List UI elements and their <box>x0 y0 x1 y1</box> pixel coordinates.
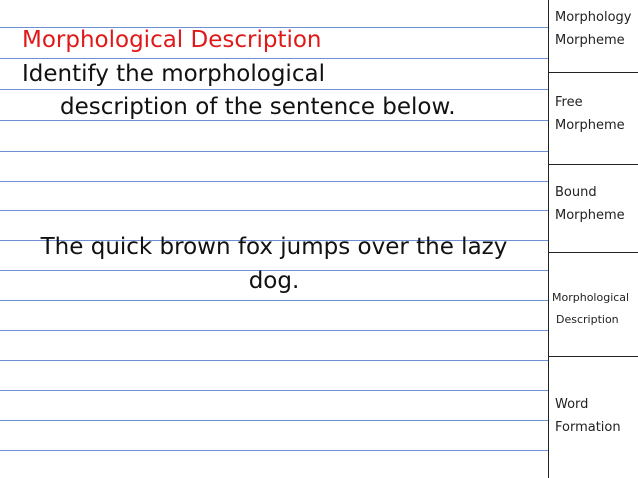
example-sentence: The quick brown fox jumps over the lazy … <box>40 234 508 294</box>
tab-label-line2: Morpheme <box>555 208 625 223</box>
ruled-line <box>0 330 548 331</box>
notebook-page: Morphological Description Identify the m… <box>0 0 638 478</box>
tab-label-line2: Morpheme <box>555 118 625 133</box>
tab-label-line2: Formation <box>555 420 621 435</box>
tab-label-line1: Free <box>555 95 583 110</box>
instruction-line-2: description of the sentence below. <box>60 94 456 120</box>
tab-label-line2: Morpheme <box>555 33 625 48</box>
page-heading: Morphological Description <box>22 27 322 53</box>
tab-label-line1: Bound <box>555 185 597 200</box>
ruled-line <box>0 360 548 361</box>
ruled-line <box>0 390 548 391</box>
ruled-line <box>0 450 548 451</box>
ruled-line <box>0 58 548 59</box>
ruled-line <box>0 300 548 301</box>
ruled-line <box>0 181 548 182</box>
ruled-line <box>0 420 548 421</box>
instruction-line-1: Identify the morphological <box>22 61 325 87</box>
topic-tab-column: Morphology Morpheme Free Morpheme Bound … <box>548 0 638 478</box>
tab-bound-morpheme[interactable]: Bound Morpheme <box>549 165 638 253</box>
tab-free-morpheme[interactable]: Free Morpheme <box>549 73 638 165</box>
ruled-line <box>0 210 548 211</box>
tab-morphological-description[interactable]: Morphological Description <box>549 253 638 357</box>
tab-morphology-morpheme[interactable]: Morphology Morpheme <box>549 0 638 73</box>
tab-label-line1: Word <box>555 397 589 412</box>
ruled-line <box>0 89 548 90</box>
tab-label-line1: Morphological <box>552 291 630 304</box>
ruled-line <box>0 151 548 152</box>
ruled-line <box>0 120 548 121</box>
tab-word-formation[interactable]: Word Formation <box>549 357 638 478</box>
tab-label-line2: Description <box>556 313 619 326</box>
tab-label-line1: Morphology <box>555 10 632 25</box>
